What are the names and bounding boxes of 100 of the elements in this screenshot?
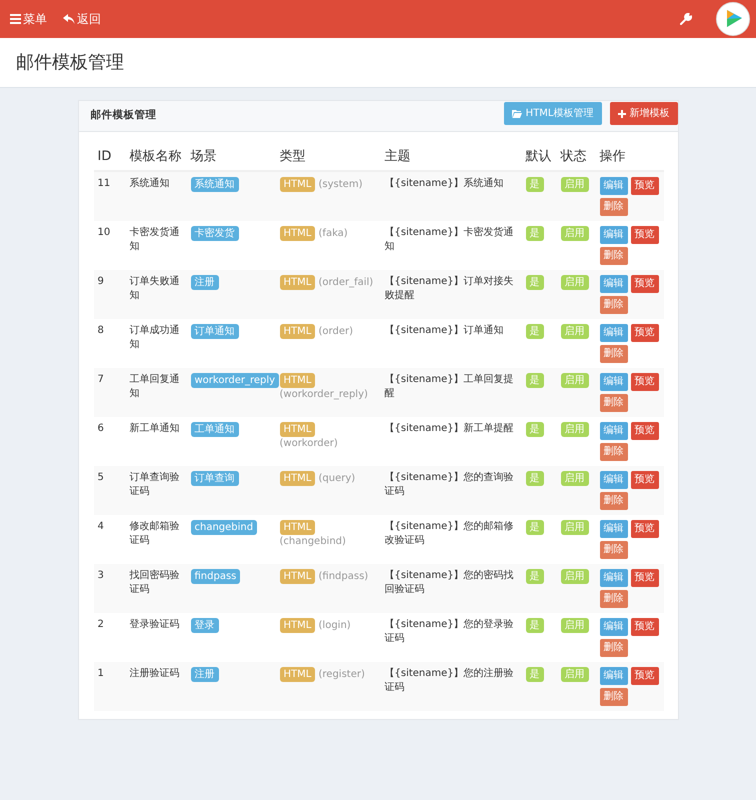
type-tag: HTML	[280, 568, 316, 584]
column-header: 模板名称	[130, 149, 182, 164]
default-tag: 是	[526, 422, 544, 437]
subject-cell: 【{sitename}】您的查询验证码	[384, 472, 514, 497]
name-cell: 订单失败通知	[130, 276, 180, 301]
preview-button[interactable]: 预览	[630, 422, 658, 440]
card-title: 邮件模板管理	[90, 108, 156, 124]
name-cell: 系统通知	[130, 178, 170, 189]
delete-button[interactable]: 删除	[600, 344, 628, 363]
type-code: (changebind)	[280, 536, 346, 547]
delete-button[interactable]: 删除	[600, 540, 628, 559]
preview-button[interactable]: 预览	[630, 226, 658, 244]
type-tag: HTML	[280, 176, 316, 192]
status-tag: 启用	[560, 324, 588, 339]
type-tag: HTML	[280, 324, 316, 339]
edit-button[interactable]: 编辑	[600, 470, 628, 489]
delete-button[interactable]: 删除	[600, 198, 628, 216]
name-cell: 订单成功通知	[130, 324, 180, 350]
edit-button[interactable]: 编辑	[600, 666, 628, 685]
preview-button[interactable]: 预览	[630, 618, 658, 636]
type-code: (query)	[318, 472, 356, 484]
delete-button[interactable]: 删除	[600, 688, 628, 706]
type-code: (faka)	[318, 228, 348, 239]
subject-cell: 【{sitename}】新工单提醒	[384, 422, 514, 434]
edit-button[interactable]: 编辑	[600, 324, 628, 342]
subject-cell: 【{sitename}】工单回复提醒	[384, 374, 514, 399]
name-cell: 找回密码验证码	[130, 570, 180, 595]
preview-button[interactable]: 预览	[630, 274, 658, 293]
reply-arrow-icon	[63, 14, 75, 24]
folder-icon	[512, 110, 522, 118]
edit-button[interactable]: 编辑	[600, 372, 628, 391]
scene-tag: changebind	[190, 520, 258, 535]
subject-cell: 【{sitename}】订单通知	[384, 324, 504, 336]
wrench-icon[interactable]	[680, 13, 692, 25]
type-tag: HTML	[280, 422, 316, 437]
preview-button[interactable]: 预览	[630, 372, 658, 391]
delete-button[interactable]: 删除	[600, 246, 628, 265]
page-title: 邮件模板管理	[16, 52, 124, 74]
type-tag: HTML	[280, 226, 316, 241]
menu-button[interactable]: 菜单	[6, 10, 51, 28]
edit-button[interactable]: 编辑	[600, 226, 628, 244]
preview-button[interactable]: 预览	[630, 666, 658, 685]
id-cell: 1	[98, 668, 104, 679]
menu-icon	[10, 14, 21, 24]
edit-button[interactable]: 编辑	[600, 422, 628, 440]
preview-button[interactable]: 预览	[630, 176, 658, 195]
column-header: 场景	[190, 149, 216, 164]
column-header: 默认	[526, 149, 552, 164]
type-code: (workorder_reply)	[280, 388, 368, 400]
delete-button[interactable]: 删除	[600, 394, 628, 412]
delete-button[interactable]: 删除	[600, 590, 628, 608]
edit-button[interactable]: 编辑	[600, 520, 628, 538]
add-template-button[interactable]: 新增模板	[610, 102, 678, 125]
scene-tag: 登录	[190, 618, 218, 633]
preview-button[interactable]: 预览	[630, 470, 658, 489]
preview-button[interactable]: 预览	[630, 324, 658, 342]
edit-button[interactable]: 编辑	[600, 568, 628, 587]
subject-cell: 【{sitename}】卡密发货通知	[384, 226, 514, 252]
scene-tag: 工单通知	[190, 422, 238, 437]
default-tag: 是	[526, 176, 544, 192]
delete-button[interactable]: 删除	[600, 442, 628, 461]
type-code: (findpass)	[318, 570, 368, 582]
id-cell: 3	[98, 570, 104, 581]
status-tag: 启用	[560, 470, 588, 486]
edit-button[interactable]: 编辑	[600, 176, 628, 195]
delete-button[interactable]: 删除	[600, 638, 628, 657]
type-tag: HTML	[280, 520, 316, 535]
id-cell: 6	[98, 422, 104, 434]
preview-button[interactable]: 预览	[630, 520, 658, 538]
default-tag: 是	[526, 618, 544, 633]
column-header: 主题	[384, 149, 410, 164]
id-cell: 9	[98, 276, 104, 287]
back-button[interactable]: 返回	[59, 10, 105, 28]
default-tag: 是	[526, 324, 544, 339]
status-tag: 启用	[560, 618, 588, 633]
type-code: (register)	[318, 668, 365, 680]
default-tag: 是	[526, 274, 544, 290]
type-tag: HTML	[280, 470, 316, 486]
scene-tag: 注册	[190, 274, 218, 290]
status-tag: 启用	[560, 666, 588, 682]
type-code: (workorder)	[280, 438, 338, 449]
avatar-logo[interactable]	[716, 2, 750, 36]
edit-button[interactable]: 编辑	[600, 618, 628, 636]
edit-button[interactable]: 编辑	[600, 274, 628, 293]
delete-button[interactable]: 删除	[600, 296, 628, 314]
status-tag: 启用	[560, 226, 588, 241]
subject-cell: 【{sitename}】您的邮箱修改验证码	[384, 520, 514, 546]
id-cell: 8	[98, 324, 104, 336]
name-cell: 修改邮箱验证码	[130, 520, 180, 546]
delete-button[interactable]: 删除	[600, 492, 628, 510]
status-tag: 启用	[560, 422, 588, 437]
scene-tag: workorder_reply	[190, 372, 280, 388]
html-template-button[interactable]: HTML模板管理	[504, 102, 602, 125]
default-tag: 是	[526, 520, 544, 535]
subject-cell: 【{sitename}】系统通知	[384, 178, 504, 189]
name-cell: 订单查询验证码	[130, 472, 180, 497]
preview-button[interactable]: 预览	[630, 568, 658, 587]
status-tag: 启用	[560, 520, 588, 535]
name-cell: 卡密发货通知	[130, 226, 180, 252]
name-cell: 登录验证码	[130, 618, 180, 630]
